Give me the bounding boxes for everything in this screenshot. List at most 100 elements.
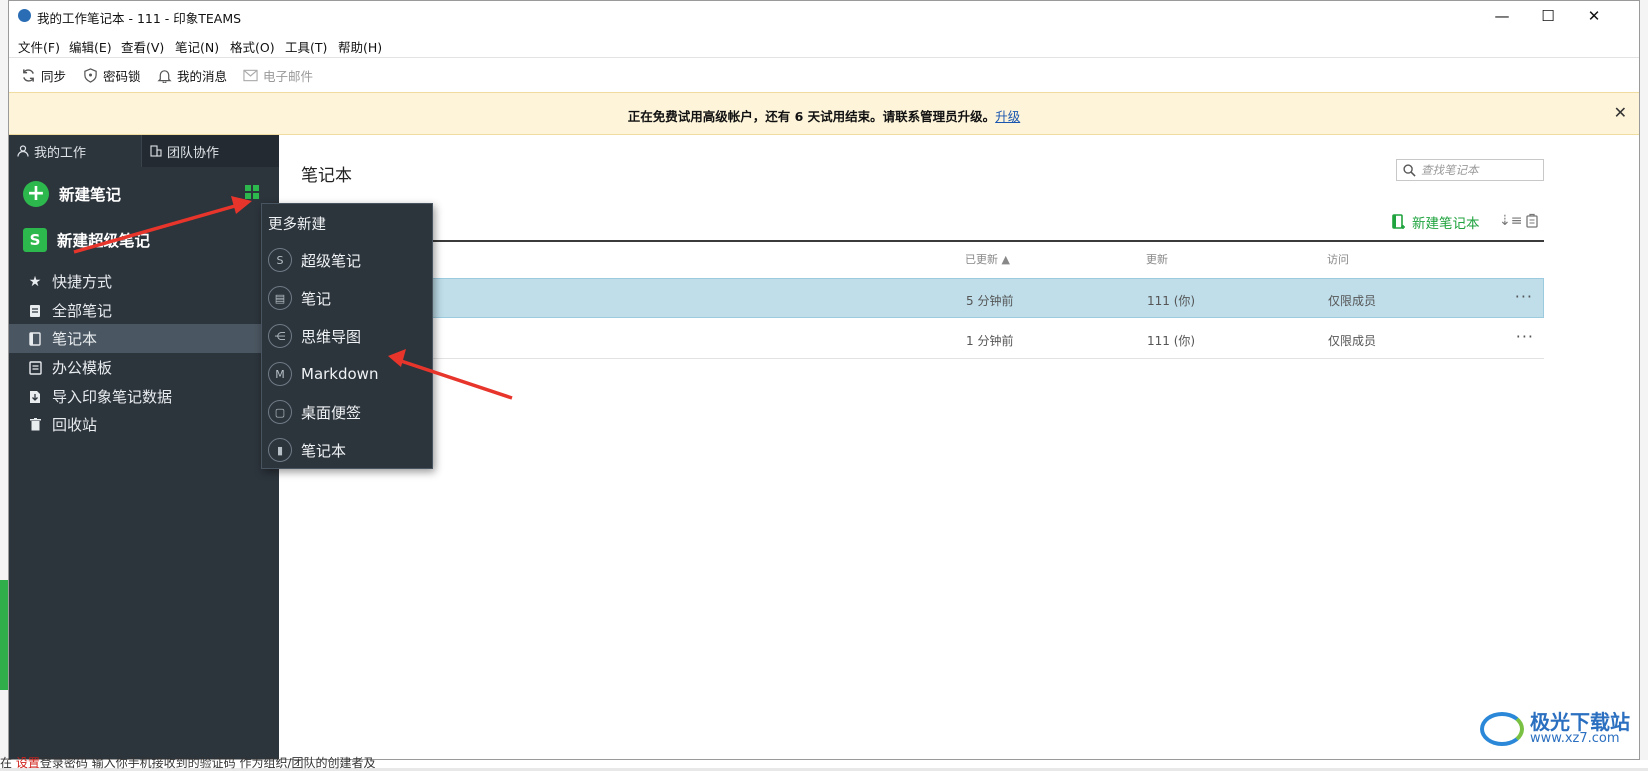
menu-item-label: 思维导图 (301, 327, 362, 346)
tab-team[interactable]: 团队协作 (141, 135, 279, 167)
menu-item-label: Markdown (301, 365, 379, 383)
background-bottom-text: 在 设置登录密码 输入你手机接收到的验证码 作为组织/团队的创建者及 (0, 756, 376, 770)
tab-my-work-label: 我的工作 (34, 145, 87, 161)
toolbar: 同步 密码锁 我的消息 电子邮件 (9, 57, 1639, 92)
super-note-icon: S (268, 248, 292, 272)
cell-updated: 5 分钟前 (966, 294, 1014, 308)
password-lock-label: 密码锁 (103, 69, 141, 84)
cell-updated: 1 分钟前 (966, 334, 1014, 348)
sidebar: 我的工作 团队协作 + 新建笔记 S 新建超级笔记 ★ 快捷方式 全部笔记 笔记… (9, 135, 279, 759)
sidebar-item-label: 全部笔记 (52, 302, 113, 320)
maximize-button[interactable]: ☐ (1525, 1, 1571, 31)
watermark-name: 极光下载站 (1530, 710, 1630, 734)
column-header-updated[interactable]: 已更新 ▲ (965, 251, 1010, 267)
sidebar-item-label: 回收站 (52, 416, 98, 434)
sidebar-item-all-notes[interactable]: 全部笔记 (9, 296, 279, 325)
background-green-strip (0, 580, 8, 690)
markdown-icon: M (268, 362, 292, 386)
building-icon (150, 145, 162, 157)
trial-banner: 正在免费试用高级帐户，还有 6 天试用结束。请联系管理员升级。升级 ✕ (9, 92, 1639, 135)
menu-item-notebook[interactable]: ▮ 笔记本 (268, 434, 428, 466)
table-row[interactable]: 5 分钟前 111 (你) 仅限成员 ··· (429, 278, 1544, 318)
search-placeholder: 查找笔记本 (1421, 163, 1479, 177)
menu-item-mind-map[interactable]: ⋲ 思维导图 (268, 320, 428, 352)
more-new-grid-icon[interactable] (245, 185, 259, 199)
cell-access: 仅限成员 (1328, 334, 1377, 348)
menu-help[interactable]: 帮助(H) (338, 37, 382, 56)
more-options-icon[interactable]: ··· (1515, 287, 1533, 306)
email-button[interactable]: 电子邮件 (243, 66, 313, 85)
notebook-icon (27, 331, 43, 346)
menu-format[interactable]: 格式(O) (230, 37, 275, 56)
table-row[interactable]: 1 分钟前 111 (你) 仅限成员 ··· (429, 319, 1544, 359)
person-icon (17, 145, 29, 157)
share-tag-icon[interactable] (1526, 213, 1538, 232)
my-messages-button[interactable]: 我的消息 (157, 66, 227, 85)
sync-icon (23, 69, 34, 82)
notes-icon (27, 304, 43, 318)
menu-item-label: 笔记本 (301, 441, 347, 460)
new-super-note-button[interactable]: S 新建超级笔记 (23, 228, 150, 252)
tab-team-label: 团队协作 (167, 145, 220, 161)
shield-icon (84, 68, 97, 83)
tab-my-work[interactable]: 我的工作 (9, 135, 141, 167)
template-icon (27, 360, 43, 375)
app-window: 我的工作笔记本 - 111 - 印象TEAMS — ☐ ✕ 文件(F) 编辑(E… (8, 0, 1640, 760)
search-notebook-input[interactable]: 查找笔记本 (1396, 159, 1544, 181)
background-right-strip (1640, 0, 1648, 768)
sort-icon[interactable]: ⇣≡ (1499, 213, 1522, 229)
menu-item-note[interactable]: ▤ 笔记 (268, 282, 428, 314)
sync-button[interactable]: 同步 (21, 66, 66, 85)
upgrade-link[interactable]: 升级 (995, 109, 1020, 124)
menu-item-markdown[interactable]: M Markdown (268, 358, 428, 390)
sidebar-item-notebooks[interactable]: 笔记本 (9, 324, 279, 353)
bell-icon (157, 70, 172, 83)
new-note-label: 新建笔记 (59, 186, 122, 204)
menu-note[interactable]: 笔记(N) (175, 37, 219, 56)
sidebar-item-label: 笔记本 (52, 330, 98, 348)
new-notebook-icon (1392, 214, 1405, 229)
menu-tools[interactable]: 工具(T) (285, 37, 327, 56)
super-note-icon: S (23, 228, 47, 252)
cell-access: 仅限成员 (1328, 294, 1377, 308)
column-header-access[interactable]: 访问 (1327, 251, 1349, 267)
new-super-note-label: 新建超级笔记 (57, 232, 151, 250)
menu-file[interactable]: 文件(F) (18, 37, 60, 56)
new-notebook-button[interactable]: 新建笔记本 (1392, 212, 1480, 232)
title-bar[interactable]: 我的工作笔记本 - 111 - 印象TEAMS — ☐ ✕ (9, 1, 1639, 31)
mail-icon (243, 69, 258, 82)
menu-bar: 文件(F) 编辑(E) 查看(V) 笔记(N) 格式(O) 工具(T) 帮助(H… (9, 32, 1639, 56)
new-notebook-label: 新建笔记本 (1412, 216, 1480, 232)
close-window-button[interactable]: ✕ (1571, 1, 1617, 31)
menu-item-label: 桌面便签 (301, 403, 362, 422)
menu-item-sticky-note[interactable]: ▢ 桌面便签 (268, 396, 428, 428)
watermark: 极光下载站 www.xz7.com (1480, 712, 1630, 746)
password-lock-button[interactable]: 密码锁 (83, 66, 141, 85)
trash-icon (27, 418, 43, 431)
sidebar-item-templates[interactable]: 办公模板 (9, 353, 279, 382)
menu-view[interactable]: 查看(V) (121, 37, 164, 56)
menu-edit[interactable]: 编辑(E) (69, 37, 112, 56)
more-new-menu: 更多新建 S 超级笔记 ▤ 笔记 ⋲ 思维导图 M Markdown ▢ 桌面便… (261, 203, 433, 469)
new-note-button[interactable]: + 新建笔记 (23, 181, 121, 207)
more-options-icon[interactable]: ··· (1516, 327, 1534, 346)
column-header-updater[interactable]: 更新 (1146, 251, 1168, 267)
plus-icon: + (23, 181, 49, 207)
import-icon (27, 390, 43, 404)
sidebar-item-shortcuts[interactable]: ★ 快捷方式 (9, 267, 279, 296)
star-icon: ★ (28, 273, 42, 290)
sidebar-item-trash[interactable]: 回收站 (9, 410, 279, 439)
menu-item-super-note[interactable]: S 超级笔记 (268, 244, 428, 276)
page-title: 笔记本 (301, 166, 352, 186)
note-icon: ▤ (268, 286, 292, 310)
main-panel: 笔记本 查找笔记本 新建笔记本 ⇣≡ 已更新 ▲ 更新 访问 5 分钟前 111… (279, 135, 1639, 759)
minimize-button[interactable]: — (1479, 1, 1525, 31)
sidebar-item-label: 快捷方式 (52, 273, 113, 291)
search-icon (1403, 163, 1416, 177)
menu-item-label: 超级笔记 (301, 251, 362, 270)
banner-close-icon[interactable]: ✕ (1614, 103, 1627, 122)
banner-message: 正在免费试用高级帐户，还有 6 天试用结束。请联系管理员升级。升级 (627, 109, 1021, 124)
sticky-note-icon: ▢ (268, 400, 292, 424)
sidebar-item-import[interactable]: 导入印象笔记数据 (9, 382, 279, 411)
sidebar-item-label: 导入印象笔记数据 (52, 388, 173, 406)
